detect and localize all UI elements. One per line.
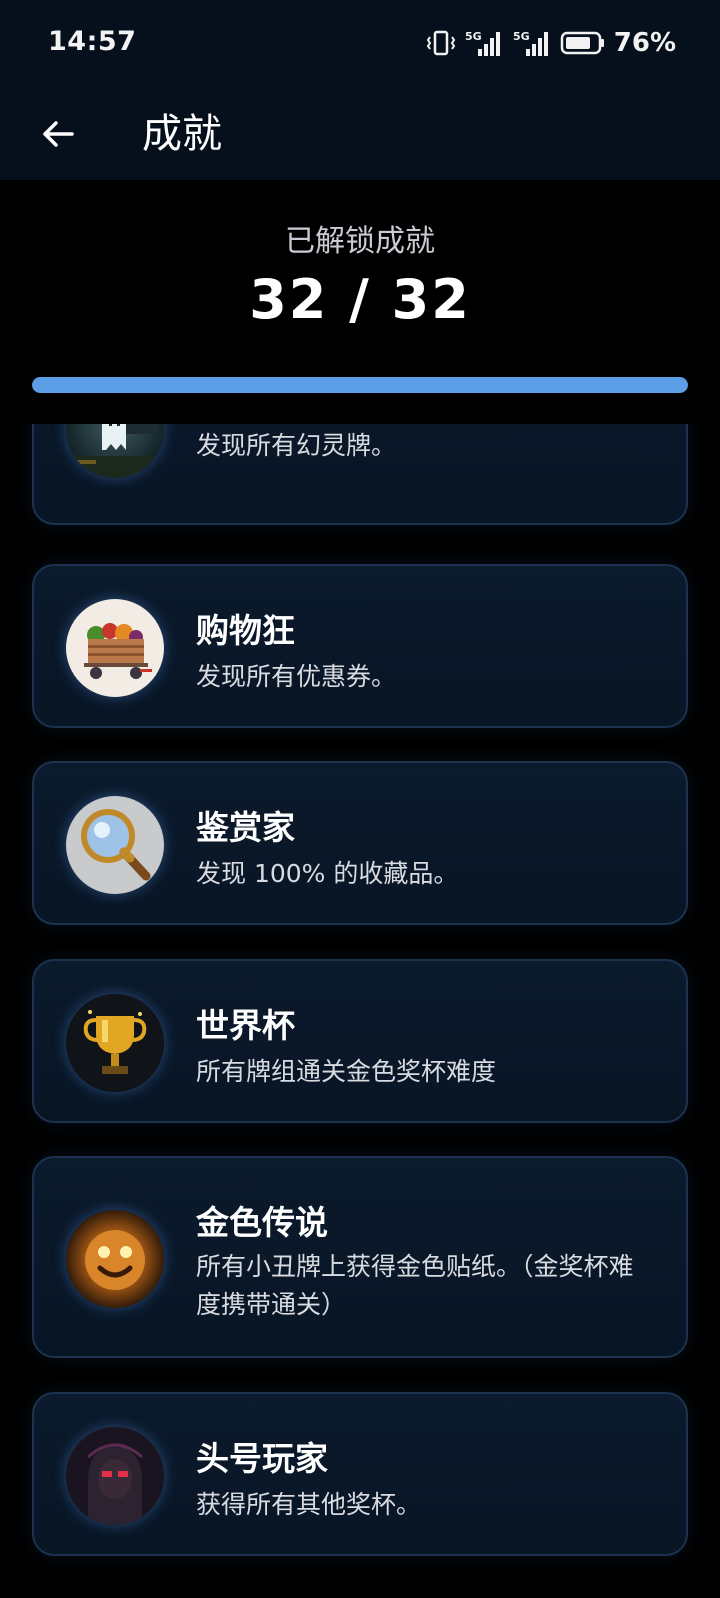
app-bar: 成就 — [0, 88, 720, 180]
progress-bar — [32, 377, 688, 393]
status-time: 14:57 — [48, 26, 137, 57]
achievement-title: 世界杯 — [196, 1006, 295, 1045]
achievement-description: 发现 100% 的收藏品。 — [196, 859, 459, 888]
achievement-card[interactable]: 金色传说 所有小丑牌上获得金色贴纸。（金奖杯难度携带通关） — [32, 1156, 688, 1358]
battery-icon — [560, 31, 604, 55]
achievement-description: 获得所有其他奖杯。 — [196, 1490, 422, 1519]
vibrate-icon — [426, 30, 455, 56]
status-bar: 14:57 5G 5G 76% — [0, 0, 720, 88]
signal-icon: 5G — [465, 30, 500, 56]
achievement-description: 所有牌组通关金色奖杯难度 — [196, 1057, 497, 1086]
status-icons: 5G 5G 76% — [426, 26, 676, 60]
achievement-title: 金色传说 — [196, 1203, 328, 1242]
achievement-card[interactable]: 头号玩家 获得所有其他奖杯。 — [32, 1392, 688, 1556]
achievement-card[interactable]: 鉴赏家 发现 100% 的收藏品。 — [32, 761, 688, 925]
network-label: 5G — [513, 30, 530, 43]
battery-percent: 76% — [613, 28, 676, 58]
achievement-card[interactable]: 购物狂 发现所有优惠券。 — [32, 564, 688, 728]
achievement-description: 所有小丑牌上获得金色贴纸。（金奖杯难度携带通关） — [196, 1252, 634, 1319]
unlocked-count: 32 / 32 — [249, 268, 471, 331]
back-button[interactable] — [30, 106, 86, 162]
magnifying-glass-icon — [66, 796, 164, 894]
hooded-player-icon — [66, 1427, 164, 1525]
achievement-summary: 已解锁成就 32 / 32 — [0, 180, 720, 424]
ghost-icon — [66, 424, 164, 478]
achievement-title: 头号玩家 — [196, 1439, 328, 1478]
golden-face-icon — [66, 1210, 164, 1308]
signal-icon: 5G — [513, 30, 548, 56]
shopping-cart-icon — [66, 599, 164, 697]
network-label: 5G — [465, 30, 482, 43]
achievement-card[interactable]: 世界杯 所有牌组通关金色奖杯难度 — [32, 959, 688, 1123]
progress-fill — [32, 377, 688, 393]
trophy-icon — [66, 994, 164, 1092]
achievement-title: 鉴赏家 — [196, 808, 295, 847]
summary-label: 已解锁成就 — [285, 224, 435, 259]
page-title: 成就 — [142, 111, 222, 157]
achievement-list[interactable]: 招魂 发现所有幻灵牌。 — [0, 424, 720, 1598]
achievement-description: 发现所有幻灵牌。 — [196, 431, 397, 460]
arrow-left-icon — [43, 121, 74, 147]
achievement-description: 发现所有优惠券。 — [196, 662, 397, 691]
achievement-title: 购物狂 — [196, 611, 295, 650]
achievement-card[interactable]: 招魂 发现所有幻灵牌。 — [32, 424, 688, 525]
